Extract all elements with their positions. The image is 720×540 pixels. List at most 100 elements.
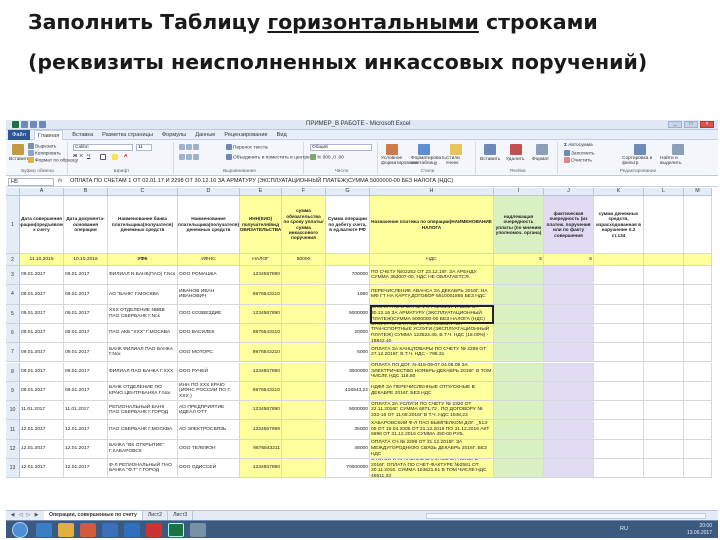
prev-sheet-icon[interactable]: ◁ bbox=[17, 512, 24, 519]
table-cell[interactable] bbox=[594, 323, 644, 344]
table-cell[interactable]: 5000 bbox=[326, 343, 370, 363]
table-cell[interactable] bbox=[684, 420, 712, 440]
outlook-icon[interactable] bbox=[102, 523, 118, 537]
column-header[interactable]: E bbox=[240, 188, 282, 196]
table-cell[interactable] bbox=[282, 304, 326, 324]
format-as-table-button[interactable]: Форматировать как таблицу bbox=[411, 156, 446, 166]
table-cell[interactable] bbox=[494, 323, 544, 344]
table-cell[interactable]: 9876543210 bbox=[240, 343, 282, 363]
table-cell[interactable]: 09.01.2017 bbox=[64, 343, 108, 363]
table-cell[interactable] bbox=[494, 401, 544, 421]
table-cell[interactable]: ООО ВАСИЛЕК bbox=[178, 323, 240, 344]
find-select-button[interactable]: Найти и выделить bbox=[660, 156, 694, 166]
table-cell[interactable]: ИНН ПО ХХХ КРАЮ (ИФНС РОССИИ ПО Г. ХХХ ) bbox=[178, 381, 240, 402]
row-header[interactable]: 11 bbox=[6, 420, 20, 440]
table-cell[interactable]: 20000 bbox=[326, 323, 370, 344]
insert-cells-button[interactable]: Вставить bbox=[480, 157, 500, 162]
table-cell[interactable] bbox=[494, 420, 544, 440]
table-cell[interactable]: 9876543210 bbox=[240, 323, 282, 344]
table-cell[interactable] bbox=[684, 439, 712, 459]
table-cell[interactable]: ПАО СБЕРБАНК Г.МОСКВА bbox=[108, 420, 178, 440]
table-cell[interactable]: 12.01.2017 bbox=[64, 439, 108, 459]
row-header[interactable]: 8 bbox=[6, 362, 20, 382]
table-cell[interactable] bbox=[494, 285, 544, 305]
table-cell[interactable]: 9876543210 bbox=[240, 285, 282, 305]
column-header[interactable]: I bbox=[494, 188, 544, 196]
table-cell[interactable] bbox=[282, 362, 326, 382]
header-cell[interactable]: сумма обязательства по сроку уплаты/сумм… bbox=[282, 196, 326, 254]
table-cell[interactable] bbox=[644, 304, 684, 324]
table-cell[interactable]: ООО РОМАШКА bbox=[178, 266, 240, 286]
header-cell[interactable]: сумма денежных средств, израсходованная … bbox=[594, 196, 644, 254]
table-cell[interactable] bbox=[594, 304, 644, 324]
table-cell[interactable] bbox=[594, 285, 644, 305]
table-cell[interactable]: 12.01.2017 bbox=[64, 420, 108, 440]
table-cell[interactable]: ОПЛАТА СЧ.№ 2299 ОТ 31.12.2016Г. ЗА МЕЖД… bbox=[370, 439, 494, 459]
table-cell[interactable] bbox=[644, 420, 684, 440]
table-cell[interactable]: 12.01.2017 bbox=[20, 420, 64, 440]
table-cell[interactable] bbox=[684, 285, 712, 305]
horizontal-scrollbar[interactable] bbox=[426, 513, 706, 519]
paste-button[interactable]: Вставить bbox=[9, 157, 29, 162]
table-cell[interactable]: Ф-Л РЕГИОНАЛЬНЫЙ ПАО БАНКА "Ф.Т" Г.ГОРОД bbox=[108, 459, 178, 479]
merge-center-button[interactable]: Объединить и поместить в центре bbox=[226, 154, 310, 160]
column-header[interactable]: G bbox=[326, 188, 370, 196]
table-cell[interactable] bbox=[282, 401, 326, 421]
table-cell[interactable]: 10.10.2016 bbox=[64, 254, 108, 266]
folder-icon[interactable] bbox=[58, 523, 74, 537]
table-cell[interactable]: ИВАНОВ ИВАН ИВАНОВИЧ bbox=[178, 285, 240, 305]
table-cell[interactable]: 50000 bbox=[282, 254, 326, 266]
last-sheet-icon[interactable]: ▶ bbox=[33, 512, 40, 519]
table-cell[interactable] bbox=[684, 401, 712, 421]
header-cell[interactable]: Назначение платежа по операции(НАИМЕНОВА… bbox=[370, 196, 494, 254]
table-cell[interactable] bbox=[594, 459, 644, 479]
table-cell[interactable]: ПАО АКБ "ХХХ" Г.МОСКВА bbox=[108, 323, 178, 344]
fx-icon[interactable]: fx bbox=[58, 178, 62, 184]
table-cell[interactable]: БАНК ОТДЕЛЕНИЕ ПО КРАЮ ЦЕНТР.БАНКА Г.Nск bbox=[108, 381, 178, 402]
table-cell[interactable]: 700000 bbox=[326, 266, 370, 286]
header-cell[interactable]: фактическая очередность (из платеж. пору… bbox=[544, 196, 594, 254]
column-header[interactable]: J bbox=[544, 188, 594, 196]
table-cell[interactable]: ОПЛАТА ПО ДОГ. N-415-09-07 04.08.09 ЗА Э… bbox=[370, 362, 494, 382]
table-cell[interactable] bbox=[282, 459, 326, 479]
table-cell[interactable] bbox=[282, 285, 326, 305]
redo-icon[interactable] bbox=[39, 121, 46, 128]
table-cell[interactable]: 09.01.2017 bbox=[20, 343, 64, 363]
header-cell[interactable]: Сумма операции по дебету счета, в ед.вал… bbox=[326, 196, 370, 254]
table-cell[interactable]: ФИЛИАЛ ПАО БАНКА Г.ХХХ bbox=[108, 362, 178, 382]
font-color-button[interactable]: А bbox=[124, 154, 127, 159]
table-cell[interactable]: 09.01.2017 bbox=[64, 362, 108, 382]
table-cell[interactable] bbox=[594, 343, 644, 363]
minimize-button[interactable]: _ bbox=[668, 121, 682, 128]
column-header[interactable]: F bbox=[282, 188, 326, 196]
row-header[interactable]: 5 bbox=[6, 304, 20, 324]
delete-cells-icon[interactable] bbox=[510, 144, 522, 155]
table-cell[interactable] bbox=[544, 401, 594, 421]
table-cell[interactable] bbox=[594, 420, 644, 440]
table-cell[interactable] bbox=[644, 285, 684, 305]
table-cell[interactable] bbox=[684, 266, 712, 286]
table-cell[interactable]: ОТСТОЙ И ХРАНЕНИЕ ВАГОНОВ ЗА НОЯБРЬ 2016… bbox=[370, 459, 494, 479]
table-cell[interactable] bbox=[326, 254, 370, 266]
table-cell[interactable]: 11.10.2016 bbox=[20, 254, 64, 266]
header-cell[interactable]: Дата документа-основания операции bbox=[64, 196, 108, 254]
row-header[interactable]: 7 bbox=[6, 343, 20, 363]
table-cell[interactable]: АО ЭЛЕКТРОСВЯЗЬ bbox=[178, 420, 240, 440]
row-header[interactable]: 13 bbox=[6, 459, 20, 479]
table-cell[interactable]: 3000000 bbox=[326, 362, 370, 382]
table-cell[interactable]: 12.01.2017 bbox=[20, 439, 64, 459]
header-cell[interactable]: надлежащая очередность уплаты (по мнению… bbox=[494, 196, 544, 254]
table-cell[interactable]: ОПЛАТА ЗА КАНЦТОВАРЫ ПО СЧЕТУ № 2288 ОТ … bbox=[370, 343, 494, 363]
column-header[interactable]: A bbox=[20, 188, 64, 196]
cut-button[interactable]: Вырезать bbox=[28, 143, 56, 149]
table-cell[interactable]: 11.01.2017 bbox=[20, 401, 64, 421]
table-cell[interactable]: 416943,22 bbox=[326, 381, 370, 402]
table-cell[interactable]: ООО СОЗВЕЗДИЕ bbox=[178, 304, 240, 324]
header-cell[interactable]: Наименование банка плательщика(получател… bbox=[108, 196, 178, 254]
table-cell[interactable]: 1234567890 bbox=[240, 304, 282, 324]
table-cell[interactable]: 09.01.2017 bbox=[20, 362, 64, 382]
maximize-button[interactable]: □ bbox=[684, 121, 698, 128]
table-cell[interactable] bbox=[544, 439, 594, 459]
table-cell[interactable] bbox=[544, 362, 594, 382]
italic-button[interactable]: К bbox=[80, 154, 83, 159]
